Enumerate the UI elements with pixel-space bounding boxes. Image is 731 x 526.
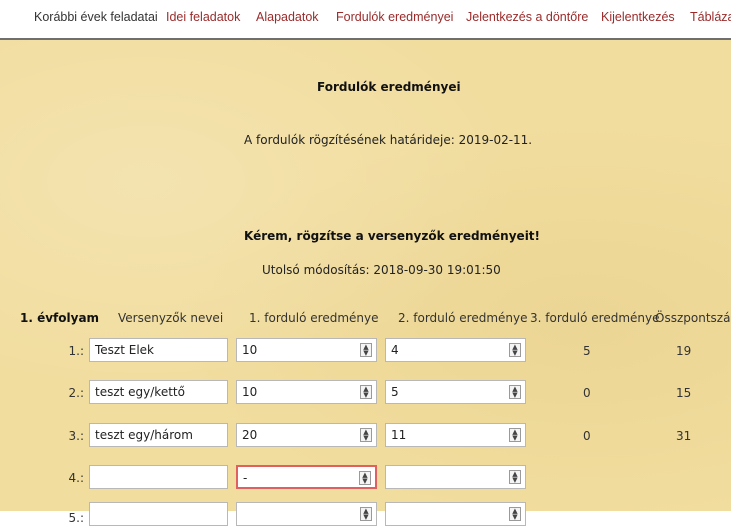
total-score: 19 [676, 344, 692, 358]
round-2-input[interactable]: ▲ ▼ [385, 502, 526, 526]
spinner-icon[interactable]: ▲ ▼ [509, 428, 521, 442]
nav-table[interactable]: Táblázat [690, 10, 731, 24]
round-1-value: 20 [242, 428, 258, 442]
student-name-input[interactable]: teszt egy/kettő [89, 380, 228, 404]
spinner-icon[interactable]: ▲ ▼ [360, 385, 372, 399]
round-1-input[interactable]: 10 ▲ ▼ [236, 380, 377, 404]
student-name-input[interactable] [89, 465, 228, 489]
round-1-input[interactable]: ▲ ▼ [236, 502, 377, 526]
last-modified-text: Utolsó módosítás: 2018-09-30 19:01:50 [262, 263, 501, 277]
round-2-value: 4 [391, 343, 399, 357]
grade-label: 1. évfolyam [20, 311, 100, 325]
spinner-icon[interactable]: ▲ ▼ [360, 343, 372, 357]
spinner-icon[interactable]: ▲ ▼ [509, 507, 521, 521]
nav-basic-data[interactable]: Alapadatok [256, 10, 319, 24]
spinner-icon[interactable]: ▲ ▼ [509, 470, 521, 484]
round-2-value: 5 [391, 385, 399, 399]
total-score: 31 [676, 429, 692, 443]
header-total: Összpontszám [655, 311, 731, 325]
top-navigation: Korábbi évek feladatai Idei feladatok Al… [0, 0, 731, 40]
student-name-input[interactable] [89, 502, 228, 526]
request-text: Kérem, rögzítse a versenyzők eredményeit… [244, 229, 541, 243]
round-2-input[interactable]: 11 ▲ ▼ [385, 423, 526, 447]
header-round-3: 3. forduló eredménye [530, 311, 660, 325]
row-number: 3.: [68, 429, 85, 443]
page-title: Fordulók eredményei [317, 80, 461, 94]
spinner-icon[interactable]: ▲ ▼ [509, 343, 521, 357]
nav-this-year-tasks[interactable]: Idei feladatok [166, 10, 240, 24]
row-number: 5.: [68, 511, 85, 525]
nav-round-results[interactable]: Fordulók eredményei [336, 10, 453, 24]
round-1-input[interactable]: 10 ▲ ▼ [236, 338, 377, 362]
content-area: Fordulók eredményei A fordulók rögzítésé… [0, 40, 731, 526]
round-2-input[interactable]: ▲ ▼ [385, 465, 526, 489]
round-3-score: 0 [583, 429, 591, 443]
spinner-icon[interactable]: ▲ ▼ [509, 385, 521, 399]
header-names: Versenyzők nevei [118, 311, 224, 325]
student-name-input[interactable]: Teszt Elek [89, 338, 228, 362]
round-2-input[interactable]: 4 ▲ ▼ [385, 338, 526, 362]
row-number: 1.: [68, 344, 85, 358]
nav-final-registration[interactable]: Jelentkezés a döntőre [466, 10, 588, 24]
round-3-score: 5 [583, 344, 591, 358]
student-name-input[interactable]: teszt egy/három [89, 423, 228, 447]
spinner-icon[interactable]: ▲ ▼ [359, 471, 371, 485]
round-3-score: 0 [583, 386, 591, 400]
nav-logout[interactable]: Kijelentkezés [601, 10, 675, 24]
spinner-icon[interactable]: ▲ ▼ [360, 428, 372, 442]
round-1-input[interactable]: 20 ▲ ▼ [236, 423, 377, 447]
round-1-input-invalid[interactable]: - ▲ ▼ [236, 465, 377, 489]
round-1-value: 10 [242, 385, 258, 399]
round-1-value: 10 [242, 343, 258, 357]
row-number: 4.: [68, 471, 85, 485]
header-round-2: 2. forduló eredménye [398, 311, 528, 325]
round-2-input[interactable]: 5 ▲ ▼ [385, 380, 526, 404]
nav-previous-years[interactable]: Korábbi évek feladatai [34, 10, 158, 24]
header-round-1: 1. forduló eredménye [249, 311, 379, 325]
round-2-value: 11 [391, 428, 407, 442]
round-1-value: - [243, 471, 248, 485]
row-number: 2.: [68, 386, 85, 400]
total-score: 15 [676, 386, 692, 400]
deadline-text: A fordulók rögzítésének határideje: 2019… [244, 133, 533, 147]
spinner-icon[interactable]: ▲ ▼ [360, 507, 372, 521]
